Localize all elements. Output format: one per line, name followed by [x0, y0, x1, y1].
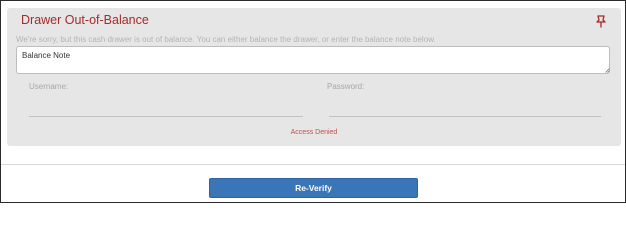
dialog-title: Drawer Out-of-Balance — [21, 13, 149, 27]
password-label: Password: — [327, 82, 365, 91]
username-label: Username: — [29, 82, 69, 91]
password-input[interactable] — [329, 101, 601, 117]
username-input[interactable] — [29, 101, 303, 117]
balance-note-field[interactable] — [16, 46, 610, 74]
dialog-window: Drawer Out-of-Balance We're sorry, but t… — [0, 0, 626, 203]
balance-panel: Drawer Out-of-Balance We're sorry, but t… — [7, 8, 621, 146]
resize-grip-icon[interactable] — [605, 68, 610, 73]
out-of-balance-message: We're sorry, but this cash drawer is out… — [16, 35, 436, 44]
access-status-text: Access Denied — [290, 129, 338, 136]
reverify-button[interactable]: Re-Verify — [209, 178, 418, 198]
footer-divider — [1, 164, 625, 165]
pushpin-icon[interactable] — [595, 14, 607, 28]
